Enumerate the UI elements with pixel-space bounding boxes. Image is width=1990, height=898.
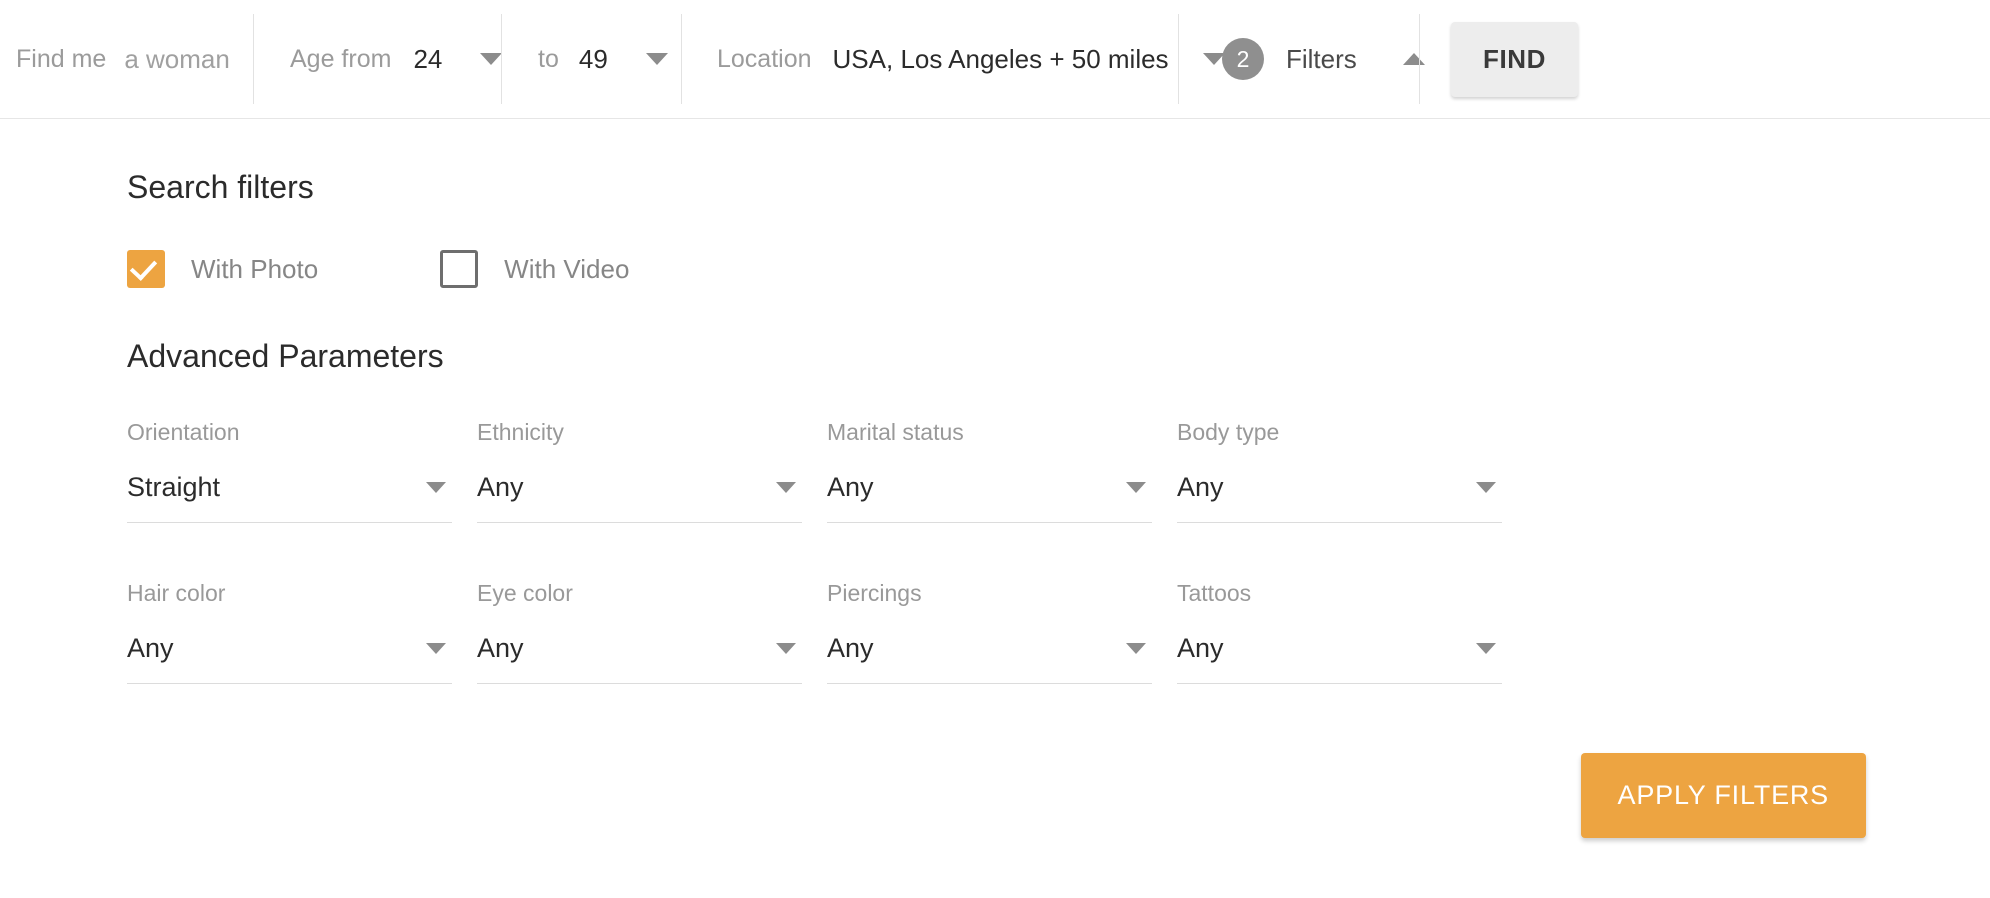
location-label: Location: [717, 44, 812, 73]
field-piercings: Piercings Any: [827, 580, 1152, 684]
field-tattoos: Tattoos Any: [1177, 580, 1502, 684]
search-filters-heading: Search filters: [127, 169, 314, 205]
age-to-label: to: [538, 44, 559, 73]
select-value-ethnicity: Any: [477, 472, 524, 502]
filters-label: Filters: [1286, 43, 1357, 74]
checkbox-box-checked[interactable]: [127, 250, 165, 288]
select-body-type[interactable]: Any: [1177, 472, 1502, 523]
chevron-down-icon[interactable]: [480, 53, 503, 65]
filters-panel: Search filters With Photo With Video Adv…: [0, 119, 1990, 838]
chevron-down-icon[interactable]: [645, 53, 668, 65]
location-value[interactable]: USA, Los Angeles + 50 miles: [833, 44, 1169, 75]
field-orientation: Orientation Straight: [127, 419, 452, 523]
field-label-tattoos: Tattoos: [1177, 580, 1252, 606]
select-eye-color[interactable]: Any: [477, 633, 802, 684]
search-bar: Find me a woman Age from 24 to 49 Locati…: [0, 0, 1990, 119]
select-piercings[interactable]: Any: [827, 633, 1152, 684]
filters-count-badge: 2: [1222, 38, 1264, 80]
chevron-down-icon: [1126, 643, 1146, 654]
age-from-value[interactable]: 24: [413, 44, 442, 75]
field-label-hair-color: Hair color: [127, 580, 226, 606]
field-label-orientation: Orientation: [127, 419, 240, 445]
select-ethnicity[interactable]: Any: [477, 472, 802, 523]
find-me-value[interactable]: a woman: [124, 44, 230, 75]
age-to-value[interactable]: 49: [579, 44, 608, 75]
find-me-label: Find me: [16, 44, 107, 73]
select-value-hair-color: Any: [127, 633, 174, 663]
chevron-down-icon: [1476, 643, 1496, 654]
select-value-marital-status: Any: [827, 472, 874, 502]
chevron-down-icon: [1126, 482, 1146, 493]
location-segment[interactable]: Location USA, Los Angeles + 50 miles: [681, 0, 1225, 118]
chevron-down-icon: [426, 643, 446, 654]
find-button[interactable]: FIND: [1451, 21, 1579, 97]
chevron-down-icon: [1476, 482, 1496, 493]
select-value-eye-color: Any: [477, 633, 524, 663]
field-label-marital-status: Marital status: [827, 419, 964, 445]
select-marital-status[interactable]: Any: [827, 472, 1152, 523]
field-body-type: Body type Any: [1177, 419, 1502, 523]
checkbox-with-photo[interactable]: With Photo: [127, 250, 318, 288]
media-checkbox-row: With Photo With Video: [127, 250, 1930, 288]
field-ethnicity: Ethnicity Any: [477, 419, 802, 523]
filters-toggle[interactable]: 2 Filters: [1178, 0, 1425, 118]
select-value-piercings: Any: [827, 633, 874, 663]
apply-filters-row: APPLY FILTERS: [127, 753, 1930, 838]
advanced-parameters-grid: Orientation Straight Ethnicity Any Marit…: [127, 419, 1930, 741]
field-label-ethnicity: Ethnicity: [477, 419, 564, 445]
chevron-down-icon: [426, 482, 446, 493]
field-hair-color: Hair color Any: [127, 580, 452, 684]
age-to-segment[interactable]: to 49: [501, 0, 681, 118]
advanced-parameters-heading: Advanced Parameters: [127, 338, 444, 374]
field-marital-status: Marital status Any: [827, 419, 1152, 523]
select-value-orientation: Straight: [127, 472, 221, 502]
field-label-piercings: Piercings: [827, 580, 922, 606]
checkbox-with-video[interactable]: With Video: [440, 250, 629, 288]
field-eye-color: Eye color Any: [477, 580, 802, 684]
select-value-tattoos: Any: [1177, 633, 1224, 663]
field-label-eye-color: Eye color: [477, 580, 573, 606]
checkbox-label-with-photo: With Photo: [191, 253, 319, 284]
age-from-segment[interactable]: Age from 24: [253, 0, 503, 118]
checkbox-label-with-video: With Video: [504, 253, 630, 284]
apply-filters-button[interactable]: APPLY FILTERS: [1580, 753, 1866, 838]
find-me-segment[interactable]: Find me a woman: [0, 0, 253, 118]
select-hair-color[interactable]: Any: [127, 633, 452, 684]
select-orientation[interactable]: Straight: [127, 472, 452, 523]
check-icon: [129, 253, 158, 281]
select-tattoos[interactable]: Any: [1177, 633, 1502, 684]
chevron-down-icon: [776, 643, 796, 654]
field-label-body-type: Body type: [1177, 419, 1280, 445]
select-value-body-type: Any: [1177, 472, 1224, 502]
age-from-label: Age from: [290, 44, 392, 73]
checkbox-box-unchecked[interactable]: [440, 250, 479, 288]
chevron-down-icon: [776, 482, 796, 493]
